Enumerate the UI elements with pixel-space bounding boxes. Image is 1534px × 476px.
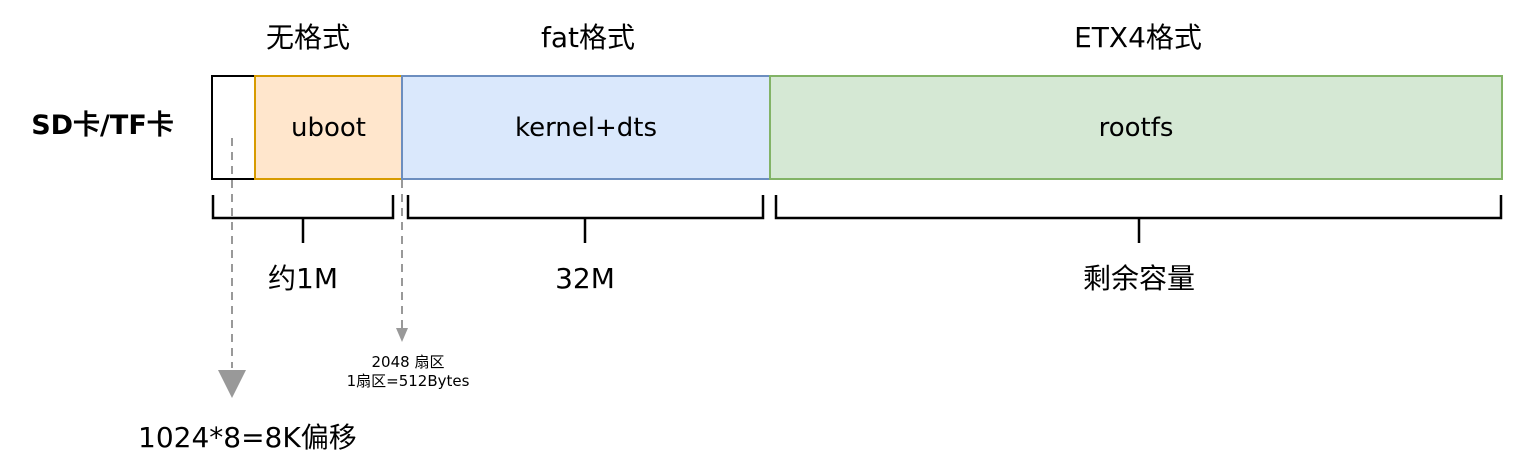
- brace-uboot: [211, 195, 395, 243]
- sector-annotation: 2048 扇区 1扇区=512Bytes: [318, 353, 498, 391]
- offset-annotation: 1024*8=8K偏移: [138, 421, 357, 454]
- brace-rootfs: [774, 195, 1503, 243]
- sector-size-text: 1扇区=512Bytes: [346, 372, 470, 390]
- size-kernel: 32M: [555, 262, 615, 295]
- size-uboot: 约1M: [268, 262, 338, 295]
- brace-kernel: [406, 195, 765, 243]
- sector-arrow: [396, 180, 408, 342]
- size-rootfs: 剩余容量: [1082, 262, 1195, 295]
- arrow-head-icon: [218, 370, 246, 398]
- sector-count-text: 2048 扇区: [371, 353, 445, 371]
- diagram-overlay: [211, 138, 1503, 398]
- arrow-head-icon: [396, 328, 408, 342]
